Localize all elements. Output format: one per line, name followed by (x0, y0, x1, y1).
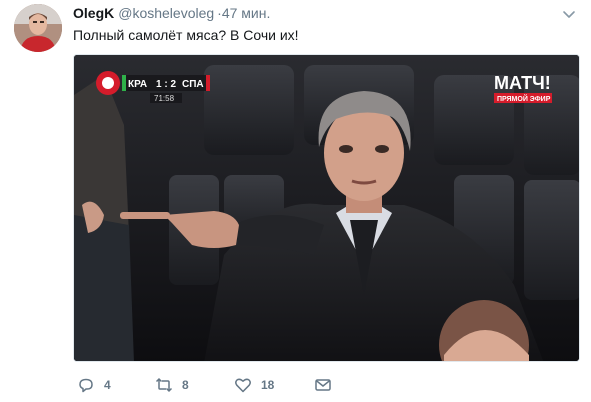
reply-button[interactable]: 4 (77, 372, 111, 398)
heart-icon (235, 378, 251, 393)
channel-logo: МАТЧ! ПРЯМОЙ ЭФИР (494, 73, 552, 103)
tweet-header: OlegK @koshelevoleg · 47 мин. (73, 4, 270, 22)
retweet-icon (155, 377, 173, 393)
retweet-button[interactable]: 8 (155, 372, 189, 398)
match-clock: 71:58 (154, 94, 175, 103)
tweet-actions: 4 8 18 (73, 372, 373, 398)
reply-icon (79, 378, 93, 393)
channel-name: МАТЧ! (494, 73, 551, 93)
reply-count: 4 (104, 378, 111, 392)
away-team: СПА (182, 79, 204, 90)
chevron-down-icon (563, 11, 575, 18)
direct-message-button[interactable] (314, 372, 332, 398)
tweet-media[interactable]: КРА 1 : 2 СПА 71:58 МАТЧ! ПРЯМОЙ ЭФИР (73, 54, 580, 362)
tweet-text: Полный самолёт мяса? В Сочи их! (73, 27, 299, 43)
display-name[interactable]: OlegK (73, 5, 114, 21)
avatar-image (14, 4, 62, 52)
tweet-photo: КРА 1 : 2 СПА 71:58 МАТЧ! ПРЯМОЙ ЭФИР (74, 55, 579, 361)
envelope-icon (315, 379, 331, 391)
like-count: 18 (261, 378, 275, 392)
more-menu-button[interactable] (562, 8, 576, 20)
score: 1 : 2 (156, 79, 176, 90)
avatar[interactable] (14, 4, 62, 52)
user-handle[interactable]: @koshelevoleg (118, 5, 214, 21)
retweet-count: 8 (182, 378, 189, 392)
like-button[interactable]: 18 (234, 372, 274, 398)
channel-subtitle: ПРЯМОЙ ЭФИР (497, 94, 551, 103)
timestamp[interactable]: 47 мин. (222, 5, 271, 21)
home-team: КРА (128, 79, 147, 90)
tweet[interactable]: OlegK @koshelevoleg · 47 мин. Полный сам… (0, 0, 591, 402)
